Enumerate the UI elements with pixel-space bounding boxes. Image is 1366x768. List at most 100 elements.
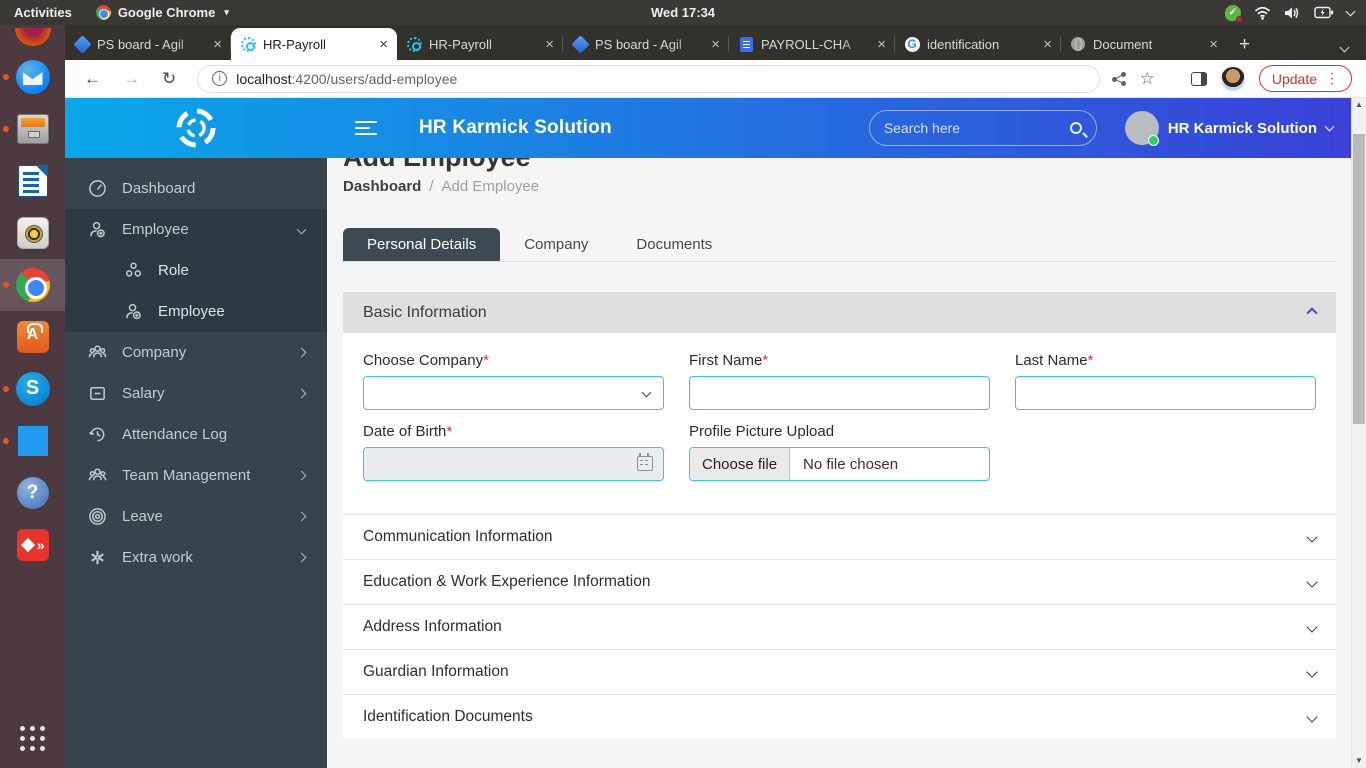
- wifi-icon[interactable]: [1254, 6, 1271, 20]
- date-of-birth-input[interactable]: [363, 447, 664, 481]
- back-button[interactable]: ←: [75, 67, 110, 91]
- side-panel-icon[interactable]: [1191, 72, 1207, 86]
- sidebar-item-extra-work[interactable]: Extra work: [65, 537, 327, 578]
- hr-target-icon: [407, 37, 422, 52]
- dock-item-help[interactable]: ?: [0, 467, 65, 519]
- chrome-icon: [96, 5, 111, 20]
- tab-documents[interactable]: Documents: [612, 228, 736, 261]
- people-icon: [87, 343, 107, 363]
- profile-avatar[interactable]: [1221, 67, 1245, 91]
- dock-item-diamond-arrow-app[interactable]: »: [0, 519, 65, 571]
- url-text: localhost:4200/users/add-employee: [236, 71, 457, 87]
- tab-personal-details[interactable]: Personal Details: [343, 228, 500, 261]
- accordion-education-work-experience[interactable]: Education & Work Experience Information: [343, 559, 1336, 604]
- close-tab-icon[interactable]: ×: [213, 36, 222, 53]
- chevron-right-icon: [297, 389, 307, 399]
- app-menu[interactable]: Google Chrome ▾: [86, 5, 239, 20]
- reload-button[interactable]: ↻: [153, 67, 185, 91]
- tab-identification[interactable]: G identification ×: [895, 28, 1061, 60]
- forward-button[interactable]: →: [114, 67, 149, 91]
- dock-item-firefox[interactable]: [0, 25, 65, 51]
- chrome-icon: [16, 268, 50, 302]
- site-info-icon[interactable]: i: [212, 71, 227, 86]
- menu-toggle-icon[interactable]: [355, 121, 377, 135]
- close-tab-icon[interactable]: ×: [877, 36, 886, 53]
- update-button[interactable]: Update ⋮: [1259, 65, 1352, 92]
- chevron-down-icon: [1306, 576, 1317, 587]
- dock-item-file-archiver[interactable]: [0, 103, 65, 155]
- input-method-status-icon[interactable]: ✓: [1225, 5, 1241, 21]
- close-tab-icon[interactable]: ×: [379, 36, 388, 53]
- close-tab-icon[interactable]: ×: [545, 36, 554, 53]
- search-input[interactable]: [884, 120, 1044, 136]
- dock-item-chrome[interactable]: [0, 259, 65, 311]
- close-tab-icon[interactable]: ×: [1209, 36, 1218, 53]
- sidebar-item-dashboard[interactable]: Dashboard: [65, 168, 327, 209]
- accordion-identification-documents[interactable]: Identification Documents: [343, 694, 1336, 739]
- sidebar-item-company[interactable]: Company: [65, 332, 327, 373]
- system-tray[interactable]: ✓: [1225, 5, 1366, 21]
- clock[interactable]: Wed 17:34: [651, 5, 715, 20]
- tab-company[interactable]: Company: [500, 228, 612, 261]
- dock-item-thunderbird[interactable]: [0, 51, 65, 103]
- dock-item-rhythmbox[interactable]: [0, 207, 65, 259]
- scrollbar-thumb[interactable]: [1353, 134, 1365, 424]
- system-top-bar: Activities Google Chrome ▾ Wed 17:34 ✓: [0, 0, 1366, 25]
- sidebar-item-role[interactable]: Role: [65, 250, 327, 291]
- dock-item-ubuntu-software[interactable]: [0, 311, 65, 363]
- tab-ps-board-1[interactable]: PS board - Agil ×: [65, 28, 231, 60]
- user-name: HR Karmick Solution: [1168, 120, 1317, 137]
- sidebar-item-employee[interactable]: Employee: [65, 209, 327, 250]
- app-title: HR Karmick Solution: [419, 117, 612, 139]
- tab-hr-payroll-2[interactable]: HR-Payroll ×: [397, 28, 563, 60]
- accordion-communication-information[interactable]: Communication Information: [343, 514, 1336, 559]
- header-search[interactable]: [869, 110, 1097, 146]
- calendar-icon[interactable]: [637, 456, 653, 471]
- tab-search-button[interactable]: [1323, 40, 1366, 60]
- show-applications-button[interactable]: [0, 710, 65, 768]
- user-menu[interactable]: HR Karmick Solution: [1125, 111, 1333, 145]
- dock-item-vscode[interactable]: [0, 415, 65, 467]
- first-name-input[interactable]: [689, 376, 990, 410]
- skype-icon: S: [16, 372, 50, 406]
- required-asterisk: *: [483, 352, 489, 369]
- sidebar-item-leave[interactable]: Leave: [65, 496, 327, 537]
- sidebar-item-team-management[interactable]: Team Management: [65, 455, 327, 496]
- tab-ps-board-2[interactable]: PS board - Agil ×: [563, 28, 729, 60]
- thunderbird-icon: [16, 60, 50, 94]
- volume-icon[interactable]: [1284, 6, 1301, 20]
- close-tab-icon[interactable]: ×: [711, 36, 720, 53]
- rhythmbox-icon: [17, 217, 49, 249]
- close-tab-icon[interactable]: ×: [1043, 36, 1052, 53]
- sidebar-item-employee-sub[interactable]: Employee: [65, 291, 327, 332]
- scroll-up-arrow[interactable]: ▲: [1352, 98, 1366, 112]
- battery-icon[interactable]: [1314, 6, 1334, 19]
- bookmark-star-icon[interactable]: ☆: [1140, 69, 1155, 89]
- sidebar-item-attendance-log[interactable]: Attendance Log: [65, 414, 327, 455]
- accordion-address-information[interactable]: Address Information: [343, 604, 1336, 649]
- dock-item-libreoffice-writer[interactable]: [0, 155, 65, 207]
- sidebar-item-salary[interactable]: Salary: [65, 373, 327, 414]
- spark-icon: [87, 548, 107, 568]
- accordion-guardian-information[interactable]: Guardian Information: [343, 649, 1336, 694]
- more-menu-icon[interactable]: ⋮: [1325, 70, 1339, 87]
- basic-information-header[interactable]: Basic Information: [343, 292, 1336, 333]
- share-icon[interactable]: [1112, 72, 1126, 86]
- search-icon[interactable]: [1070, 122, 1082, 134]
- tab-document[interactable]: Document ×: [1061, 28, 1227, 60]
- address-bar[interactable]: i localhost:4200/users/add-employee: [197, 65, 1099, 93]
- tab-payroll-cha[interactable]: PAYROLL-CHA ×: [729, 28, 895, 60]
- browser-scrollbar[interactable]: ▲ ▼: [1351, 98, 1366, 768]
- last-name-input[interactable]: [1015, 376, 1316, 410]
- scroll-down-arrow[interactable]: ▼: [1352, 754, 1366, 768]
- tab-hr-payroll-active[interactable]: HR-Payroll ×: [231, 28, 397, 60]
- breadcrumb-dashboard[interactable]: Dashboard: [343, 178, 421, 195]
- choose-file-button[interactable]: Choose file: [690, 448, 790, 480]
- activities-button[interactable]: Activities: [0, 5, 86, 20]
- dock-item-skype[interactable]: S: [0, 363, 65, 415]
- profile-picture-file-input[interactable]: Choose file No file chosen: [689, 447, 990, 481]
- choose-company-select[interactable]: [363, 376, 664, 410]
- new-tab-button[interactable]: +: [1227, 34, 1262, 60]
- gauge-icon: [87, 179, 107, 199]
- hr-karmick-logo[interactable]: [174, 106, 218, 150]
